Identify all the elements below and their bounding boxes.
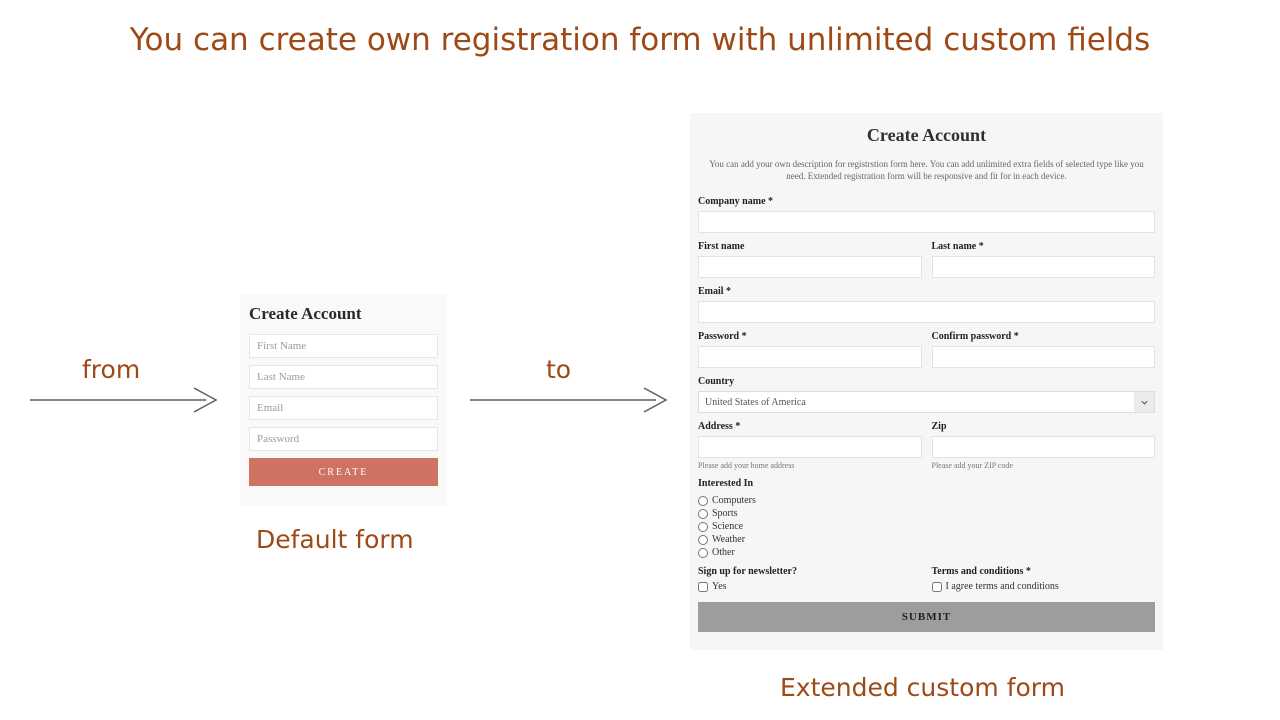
interest-option[interactable]: Weather (698, 534, 1155, 545)
interest-label: Science (712, 521, 743, 532)
interest-option[interactable]: Other (698, 547, 1155, 558)
address-help: Please add your home address (698, 461, 922, 470)
interest-option[interactable]: Science (698, 521, 1155, 532)
company-input[interactable] (698, 211, 1155, 233)
confirm-password-input[interactable] (932, 346, 1156, 368)
confirm-password-label: Confirm password * (932, 331, 1156, 342)
extended-form-card: Create Account You can add your own desc… (690, 113, 1163, 650)
email-input[interactable] (249, 396, 438, 420)
company-label: Company name * (698, 196, 1155, 207)
ext-password-label: Password * (698, 331, 922, 342)
last-name-input[interactable] (249, 365, 438, 389)
country-value: United States of America (705, 397, 806, 408)
interest-label: Weather (712, 534, 745, 545)
terms-checkbox[interactable]: I agree terms and conditions (932, 581, 1156, 592)
ext-last-name-input[interactable] (932, 256, 1156, 278)
first-name-input[interactable] (249, 334, 438, 358)
interest-option[interactable]: Computers (698, 495, 1155, 506)
page-headline: You can create own registration form wit… (0, 22, 1280, 58)
to-label: to (546, 355, 571, 384)
newsletter-option-label: Yes (712, 581, 727, 592)
from-label: from (82, 355, 140, 384)
chevron-down-icon (1134, 392, 1154, 412)
arrow-from-icon (30, 381, 220, 419)
create-button[interactable]: CREATE (249, 458, 438, 486)
interests-list: Computers Sports Science Weather Other (698, 495, 1155, 558)
ext-first-name-input[interactable] (698, 256, 922, 278)
terms-option-label: I agree terms and conditions (946, 581, 1059, 592)
zip-label: Zip (932, 421, 1156, 432)
terms-label: Terms and conditions * (932, 566, 1156, 577)
interested-label: Interested In (698, 478, 1155, 489)
country-select[interactable]: United States of America (698, 391, 1155, 413)
interest-label: Sports (712, 508, 738, 519)
extended-form-caption: Extended custom form (780, 673, 1065, 702)
default-form-caption: Default form (256, 525, 414, 554)
extended-form-description: You can add your own description for reg… (698, 158, 1155, 182)
arrow-to-icon (470, 381, 670, 419)
extended-form-title: Create Account (698, 125, 1155, 146)
address-input[interactable] (698, 436, 922, 458)
interest-option[interactable]: Sports (698, 508, 1155, 519)
interest-label: Other (712, 547, 735, 558)
newsletter-checkbox[interactable]: Yes (698, 581, 922, 592)
ext-email-label: Email * (698, 286, 1155, 297)
submit-button[interactable]: SUBMIT (698, 602, 1155, 632)
ext-first-name-label: First name (698, 241, 922, 252)
address-label: Address * (698, 421, 922, 432)
ext-password-input[interactable] (698, 346, 922, 368)
zip-input[interactable] (932, 436, 1156, 458)
password-input[interactable] (249, 427, 438, 451)
interest-label: Computers (712, 495, 756, 506)
ext-last-name-label: Last name * (932, 241, 1156, 252)
ext-email-input[interactable] (698, 301, 1155, 323)
country-label: Country (698, 376, 1155, 387)
default-form-title: Create Account (249, 304, 438, 324)
zip-help: Please add your ZIP code (932, 461, 1156, 470)
default-form-card: Create Account CREATE (240, 294, 447, 506)
newsletter-label: Sign up for newsletter? (698, 566, 922, 577)
